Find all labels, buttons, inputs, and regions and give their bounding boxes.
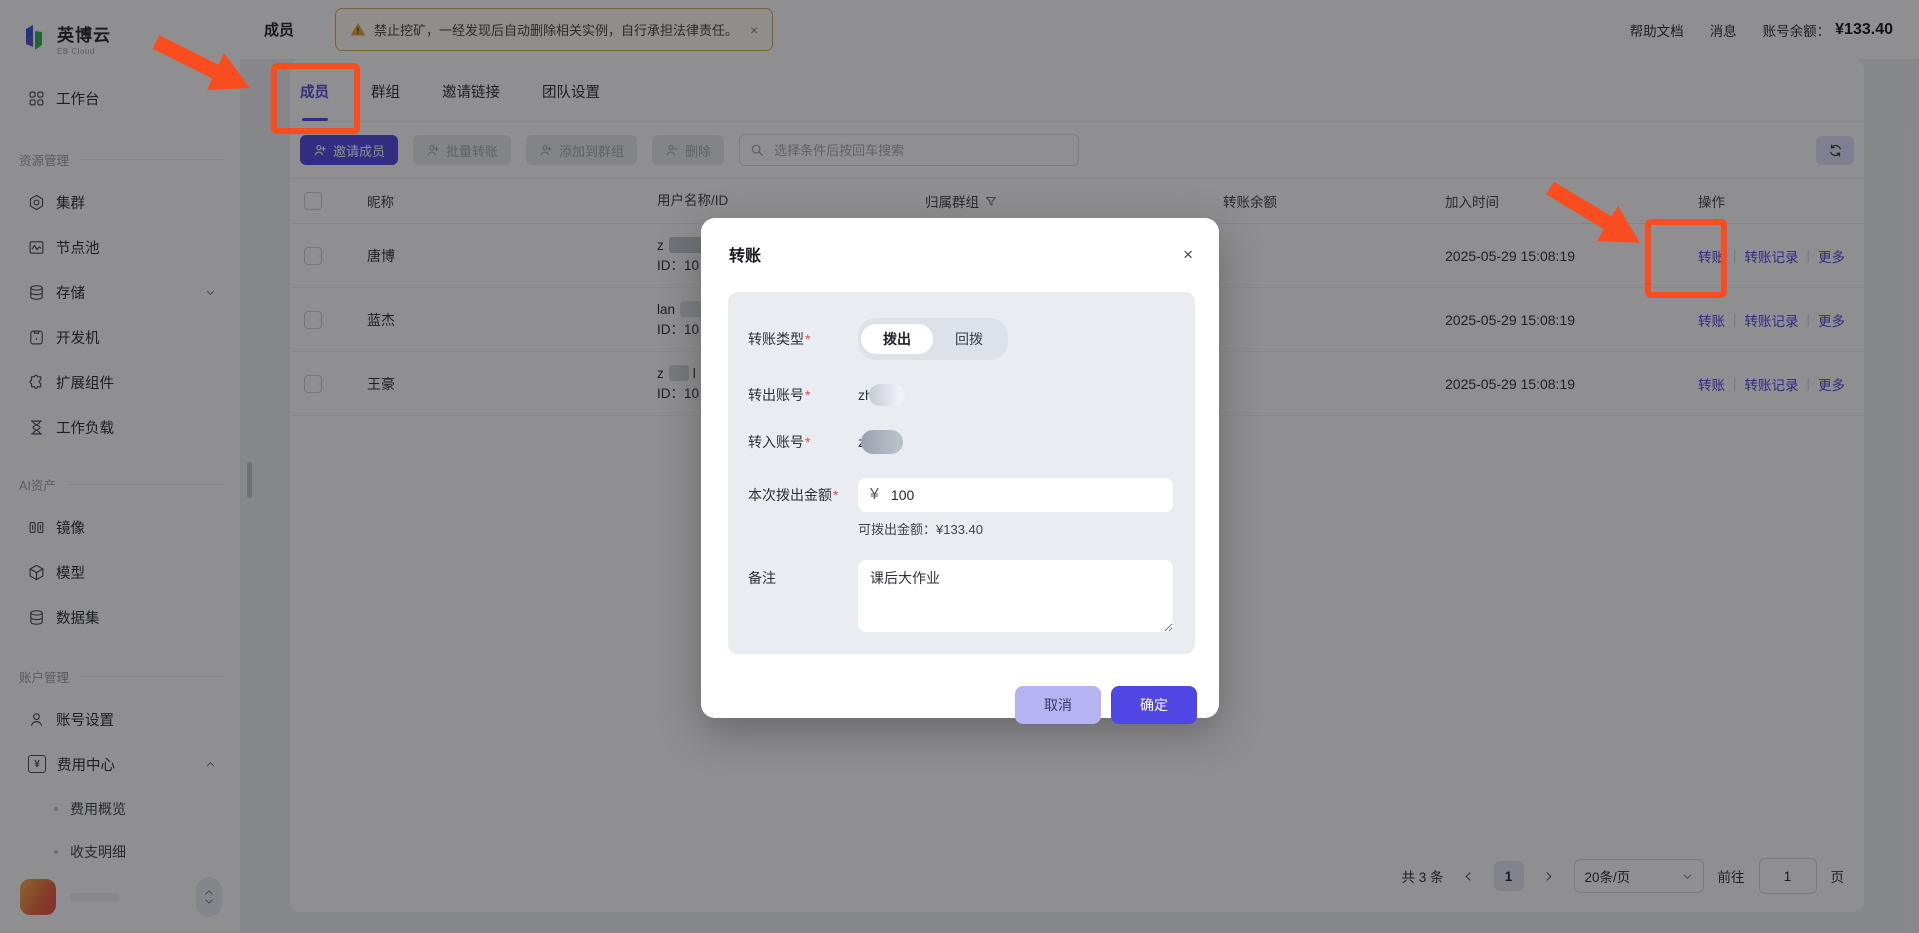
- transfer-modal: 转账 × 转账类型* 拨出 回拨 转出账号* zh 转入账号*: [701, 218, 1219, 718]
- redacted-patch: [861, 430, 903, 454]
- segment-option-back[interactable]: 回拨: [933, 324, 1005, 354]
- segment-option-out[interactable]: 拨出: [861, 324, 933, 354]
- required-mark: *: [833, 487, 838, 503]
- transfer-type-row: 转账类型* 拨出 回拨: [748, 318, 1173, 360]
- amount-input-wrapper: ¥: [858, 478, 1173, 512]
- field-label: 本次拨出金额*: [748, 485, 858, 505]
- note-row: 备注 课后大作业: [748, 560, 1173, 632]
- redacted-patch: [869, 384, 905, 406]
- to-account-row: 转入账号* z: [748, 430, 1173, 454]
- note-textarea[interactable]: 课后大作业: [858, 560, 1173, 632]
- field-label: 转入账号*: [748, 432, 858, 452]
- modal-footer: 取消 确定: [701, 686, 1219, 724]
- cancel-button[interactable]: 取消: [1015, 686, 1101, 724]
- to-account-value: z: [858, 430, 903, 454]
- amount-input[interactable]: [889, 486, 1161, 504]
- close-icon[interactable]: ×: [1183, 246, 1193, 263]
- currency-symbol: ¥: [870, 486, 879, 504]
- field-label: 转账类型*: [748, 329, 858, 349]
- modal-form-panel: 转账类型* 拨出 回拨 转出账号* zh 转入账号* z: [728, 292, 1195, 654]
- required-mark: *: [805, 434, 810, 450]
- confirm-button[interactable]: 确定: [1111, 686, 1197, 724]
- from-account-value: zh: [858, 384, 905, 406]
- app-root: 英博云 EB Cloud 工作台 资源管理 集群 节点池 存储 开发机: [0, 0, 1919, 933]
- field-label: 备注: [748, 560, 858, 588]
- from-account-row: 转出账号* zh: [748, 384, 1173, 406]
- amount-row: 本次拨出金额* ¥: [748, 478, 1173, 512]
- available-amount-hint: 可拨出金额：¥133.40: [858, 519, 1173, 538]
- modal-header: 转账 ×: [701, 218, 1219, 266]
- required-mark: *: [805, 331, 810, 347]
- modal-title: 转账: [729, 242, 761, 266]
- transfer-type-segmented: 拨出 回拨: [858, 318, 1008, 360]
- field-label: 转出账号*: [748, 385, 858, 405]
- required-mark: *: [805, 387, 810, 403]
